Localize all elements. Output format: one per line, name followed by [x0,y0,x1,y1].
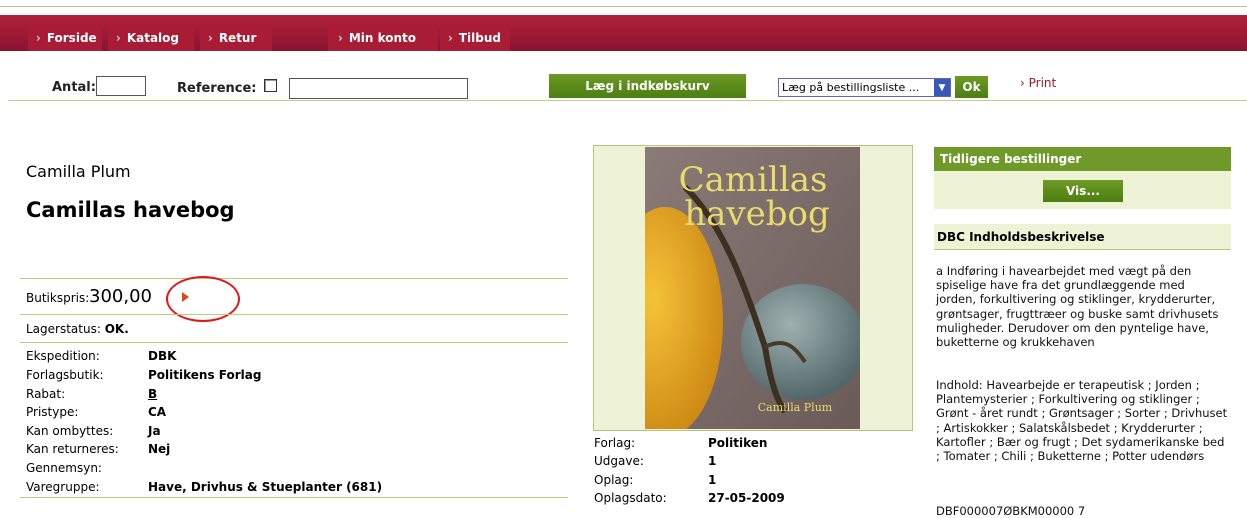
top-border [0,0,1247,7]
antal-input[interactable] [96,76,146,96]
pub-key: Oplagsdato: [594,491,667,505]
price-value: 300,00 [89,286,152,307]
divider [20,342,568,343]
pub-value: 27-05-2009 [708,491,785,505]
detail-value: Ja [148,424,161,438]
reference-input[interactable] [289,78,468,99]
highlight-circle [166,276,240,322]
detail-value: Have, Drivhus & Stueplanter (681) [148,480,383,494]
detail-key: Gennemsyn: [26,461,102,475]
svg-text:havebog: havebog [684,194,830,234]
detail-value: Politikens Forlag [148,368,262,382]
tab-katalog[interactable]: › Katalog [108,25,194,51]
pub-value: Politiken [708,436,768,450]
detail-key: Forlagsbutik: [26,368,104,382]
detail-key: Pristype: [26,405,79,419]
detail-key: Varegruppe: [26,480,100,494]
price-label: Butikspris: [26,291,90,305]
cover-illustration: Camillas havebog Camilla Plum [645,147,860,429]
detail-value: DBK [148,349,177,363]
pub-key: Forlag: [594,436,636,450]
detail-value: Nej [148,442,171,456]
tab-tilbud[interactable]: › Tilbud [440,25,510,51]
detail-key: Ekspedition: [26,349,100,363]
book-cover-image[interactable]: Camillas havebog Camilla Plum [645,147,860,429]
svg-text:Camilla Plum: Camilla Plum [758,401,833,414]
pub-key: Oplag: [594,473,634,487]
print-link[interactable]: › Print [1020,76,1056,90]
description-text: a Indføring i havearbejdet med vægt på d… [936,264,1219,350]
add-to-cart-button[interactable]: Læg i indkøbskurv [549,74,746,98]
detail-value: CA [148,405,167,419]
chevron-down-icon[interactable]: ▼ [934,79,950,96]
dbc-description-header: DBC Indholdsbeskrivelse [934,224,1231,250]
nav-arrow-icon: › [448,31,453,45]
divider [20,278,568,279]
nav-arrow-icon: › [36,31,41,45]
contents-text: Indhold: Havearbejde er terapeutisk ; Jo… [936,378,1228,464]
previous-orders-header: Tidligere bestillinger [934,147,1231,171]
ok-button[interactable]: Ok [955,76,988,98]
nav-arrow-icon: › [116,31,121,45]
reference-label: Reference: [177,81,257,96]
detail-key: Kan ombyttes: [26,424,114,438]
antal-label: Antal: [52,80,96,95]
product-author: Camilla Plum [26,162,131,181]
nav-arrow-icon: › [1020,76,1025,90]
order-list-select[interactable]: Læg på bestillingsliste ... ▼ [778,78,951,97]
rabat-link[interactable]: B [148,387,157,401]
pub-key: Udgave: [594,454,644,468]
nav-arrow-icon: › [208,31,213,45]
tab-forside[interactable]: › Forside [28,25,102,51]
tab-min-konto[interactable]: › Min konto [328,25,438,51]
catalog-code: DBF000007ØBKM00000 7 [936,504,1086,518]
pub-value: 1 [708,454,717,468]
product-title: Camillas havebog [26,198,235,222]
divider [8,100,1247,101]
stock-status: Lagerstatus: OK. [26,322,129,336]
reference-checkbox[interactable] [264,79,277,92]
divider [20,314,568,315]
nav-arrow-icon: › [338,31,343,45]
detail-key: Rabat: [26,387,66,401]
tab-retur[interactable]: › Retur [200,25,272,51]
detail-key: Kan returneres: [26,442,119,456]
show-orders-button[interactable]: Vis... [1043,180,1123,202]
pub-value: 1 [708,473,717,487]
divider [20,497,568,498]
